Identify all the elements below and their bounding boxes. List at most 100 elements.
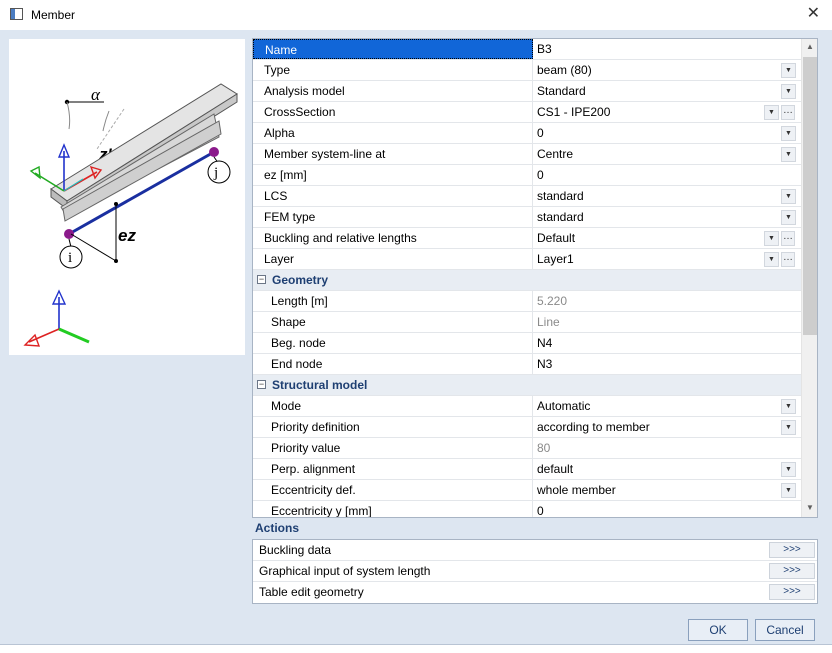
prop-label: Layer [253,249,533,269]
close-icon[interactable]: ✕ [807,5,820,23]
prop-row-alpha[interactable]: Alpha 0 ▼ [253,123,801,144]
prop-row-eccentricity-y[interactable]: Eccentricity y [mm] 0 [253,501,801,517]
title-bar: Member ✕ [0,0,832,30]
global-y-axis [58,327,90,344]
alpha-arc-right [102,110,110,132]
scroll-up-icon[interactable]: ▲ [802,39,817,55]
prop-row-eccentricity-def[interactable]: Eccentricity def. whole member ▼ [253,480,801,501]
chevron-down-icon[interactable]: ▼ [781,189,796,204]
chevron-down-icon[interactable]: ▼ [764,231,779,246]
chevron-down-icon[interactable]: ▼ [764,252,779,267]
group-geometry[interactable]: − Geometry [253,270,801,291]
ellipsis-button[interactable]: … [781,105,795,120]
ok-button[interactable]: OK [688,619,748,641]
prop-label: CrossSection [253,102,533,122]
prop-row-fem-type[interactable]: FEM type standard ▼ [253,207,801,228]
prop-value-select[interactable]: Centre [534,144,801,164]
action-run-button[interactable]: >>> [769,563,815,579]
collapse-icon[interactable]: − [257,275,266,284]
prop-value-select[interactable]: standard [534,186,801,206]
ez-label: ez [118,226,136,245]
chevron-down-icon[interactable]: ▼ [781,84,796,99]
collapse-icon[interactable]: − [257,380,266,389]
prop-label: Beg. node [253,333,533,353]
prop-value-input[interactable]: N3 [534,354,801,374]
ez-dim-top [114,202,118,206]
window-title: Member [31,8,76,22]
prop-value-readonly: 80 [537,441,551,455]
prop-value-input[interactable]: N4 [534,333,801,353]
group-structural-model[interactable]: − Structural model [253,375,801,396]
prop-row-name[interactable]: Name B3 [253,39,801,60]
prop-row-ez[interactable]: ez [mm] 0 [253,165,801,186]
prop-row-buckling[interactable]: Buckling and relative lengths Default ▼ … [253,228,801,249]
prop-label: Priority definition [253,417,533,437]
prop-row-end-node[interactable]: End node N3 [253,354,801,375]
alpha-arc-left [66,101,71,130]
prop-value-select[interactable]: 0 [534,123,801,143]
chevron-down-icon[interactable]: ▼ [781,420,796,435]
action-buckling-data[interactable]: Buckling data >>> [253,540,817,561]
actions-title: Actions [255,521,300,535]
prop-label: Shape [253,312,533,332]
group-title: Structural model [272,378,368,392]
prop-label: LCS [253,186,533,206]
prop-row-priority-definition[interactable]: Priority definition according to member … [253,417,801,438]
action-label: Buckling data [259,543,332,557]
node-j-point [209,147,219,157]
prop-label: ez [mm] [253,165,533,185]
prop-row-lcs[interactable]: LCS standard ▼ [253,186,801,207]
node-j-label: j [213,165,218,181]
prop-row-type[interactable]: Type beam (80) ▼ [253,60,801,81]
grid-scrollbar[interactable]: ▲ ▼ [801,39,817,517]
chevron-down-icon[interactable]: ▼ [781,63,796,78]
chevron-down-icon[interactable]: ▼ [781,462,796,477]
prop-value-select[interactable]: CS1 - IPE200 [534,102,801,122]
chevron-down-icon[interactable]: ▼ [781,399,796,414]
ellipsis-button[interactable]: … [781,252,795,267]
prop-row-system-line[interactable]: Member system-line at Centre ▼ [253,144,801,165]
prop-row-mode[interactable]: Mode Automatic ▼ [253,396,801,417]
prop-value-input[interactable]: B3 [534,39,801,59]
actions-header: Actions [252,520,818,538]
ellipsis-button[interactable]: … [781,231,795,246]
prop-value-select[interactable]: Layer1 [534,249,801,269]
prop-value-select[interactable]: beam (80) [534,60,801,80]
chevron-down-icon[interactable]: ▼ [764,105,779,120]
scroll-down-icon[interactable]: ▼ [802,500,817,516]
prop-row-analysis-model[interactable]: Analysis model Standard ▼ [253,81,801,102]
prop-value-select[interactable]: standard [534,207,801,227]
chevron-down-icon[interactable]: ▼ [781,126,796,141]
chevron-down-icon[interactable]: ▼ [781,483,796,498]
chevron-down-icon[interactable]: ▼ [781,210,796,225]
prop-row-beg-node[interactable]: Beg. node N4 [253,333,801,354]
prop-label: Alpha [253,123,533,143]
prop-row-layer[interactable]: Layer Layer1 ▼ … [253,249,801,270]
action-table-edit[interactable]: Table edit geometry >>> [253,582,817,603]
prop-value-select[interactable]: Standard [534,81,801,101]
prop-label: Type [253,60,533,80]
prop-value-select[interactable]: default [534,459,801,479]
action-graphical-input[interactable]: Graphical input of system length >>> [253,561,817,582]
node-i-point [64,229,74,239]
prop-value-select[interactable]: according to member [534,417,801,437]
prop-row-length[interactable]: Length [m] 5.220 [253,291,801,312]
scroll-thumb[interactable] [803,57,817,335]
prop-label: Name [253,39,533,59]
action-run-button[interactable]: >>> [769,584,815,600]
prop-value-select[interactable]: Automatic [534,396,801,416]
prop-label: Eccentricity def. [253,480,533,500]
prop-row-shape[interactable]: Shape Line [253,312,801,333]
node-i-label: i [68,250,72,266]
prop-value-input[interactable]: 0 [534,501,801,517]
prop-row-priority-value[interactable]: Priority value 80 [253,438,801,459]
action-label: Table edit geometry [259,585,364,599]
prop-value-input[interactable]: 0 [534,165,801,185]
chevron-down-icon[interactable]: ▼ [781,147,796,162]
prop-value-select[interactable]: Default [534,228,801,248]
action-run-button[interactable]: >>> [769,542,815,558]
cancel-button[interactable]: Cancel [755,619,815,641]
prop-row-cross-section[interactable]: CrossSection CS1 - IPE200 ▼ … [253,102,801,123]
prop-row-perp-alignment[interactable]: Perp. alignment default ▼ [253,459,801,480]
prop-value-select[interactable]: whole member [534,480,801,500]
